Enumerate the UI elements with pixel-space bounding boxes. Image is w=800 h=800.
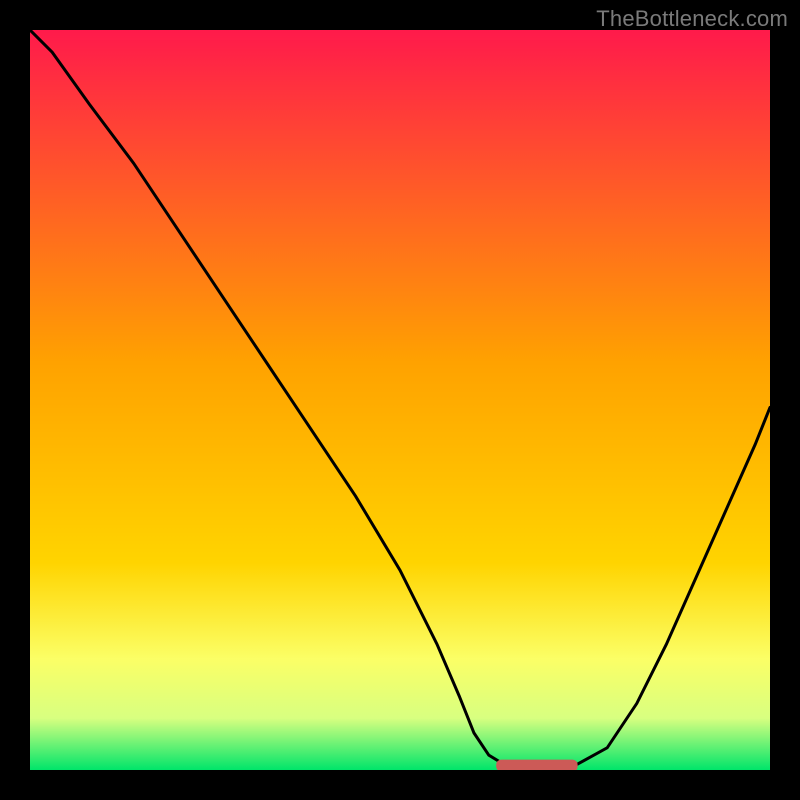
min-marker [496,760,577,770]
plot-svg [30,30,770,770]
plot-area [30,30,770,770]
chart-stage: TheBottleneck.com [0,0,800,800]
watermark-text: TheBottleneck.com [596,6,788,32]
